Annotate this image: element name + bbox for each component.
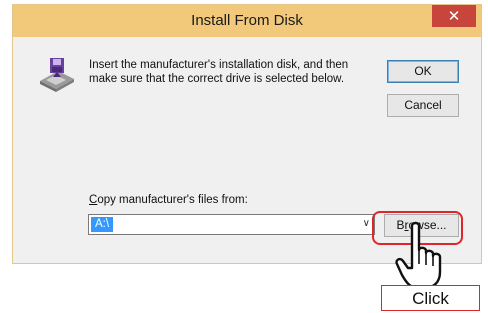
copy-label-text: opy manufacturer's files from:: [97, 194, 248, 206]
cancel-button[interactable]: Cancel: [387, 94, 459, 117]
hand-pointer-icon: [395, 221, 442, 290]
source-path-value: A:\: [91, 217, 114, 232]
source-path-combobox[interactable]: A:\ ∨: [88, 214, 375, 235]
instruction-text: Insert the manufacturer's installation d…: [89, 59, 349, 85]
window-title: Install From Disk: [191, 12, 303, 29]
close-button[interactable]: ✕: [432, 5, 476, 27]
floppy-disk-icon: [40, 58, 74, 92]
chevron-down-icon[interactable]: ∨: [363, 218, 370, 229]
stage: Install From Disk ✕ Insert the manufactu…: [0, 0, 488, 313]
click-callout: Click: [381, 285, 480, 311]
ok-button[interactable]: OK: [387, 60, 459, 83]
title-bar[interactable]: Install From Disk ✕: [13, 5, 481, 37]
copy-files-from-label: Copy manufacturer's files from:: [89, 194, 248, 206]
close-icon: ✕: [447, 7, 461, 25]
